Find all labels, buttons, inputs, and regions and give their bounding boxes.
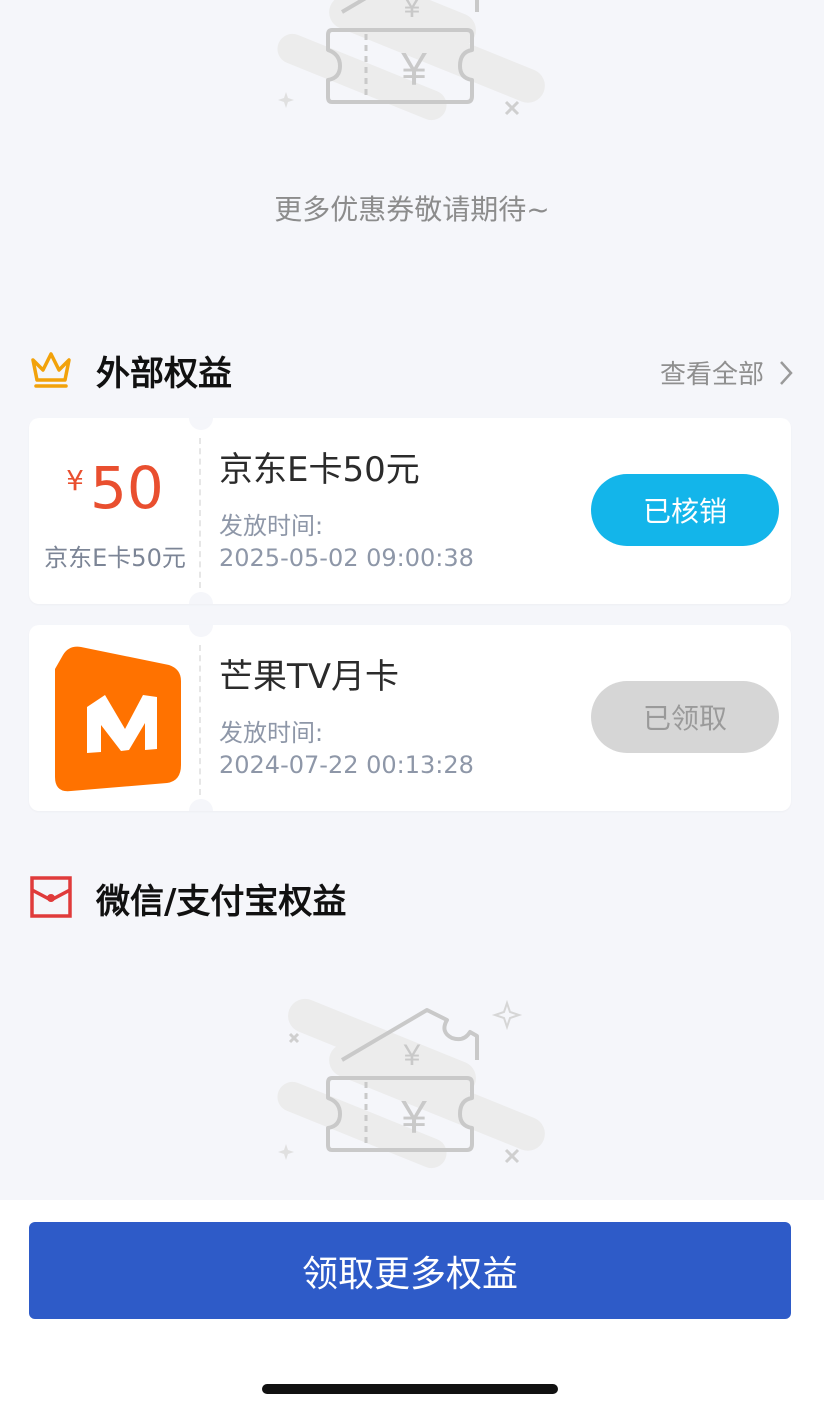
benefit-card-mango-tv[interactable]: 芒果TV月卡 发放时间: 2024-07-22 00:13:28 已领取 — [29, 625, 791, 811]
empty-coupon-illustration: ¥ ¥ — [262, 990, 562, 1169]
see-all-label: 查看全部 — [659, 360, 764, 390]
get-more-benefits-button[interactable]: 领取更多权益 — [29, 1222, 791, 1319]
card-notch-bottom — [189, 799, 213, 811]
issue-time-label: 发放时间: — [219, 512, 324, 540]
card-divider — [199, 438, 201, 588]
svg-text:¥: ¥ — [400, 43, 427, 95]
card-divider — [199, 645, 201, 795]
benefit-title: 京东E卡50元 — [219, 450, 420, 490]
claimed-status-button[interactable]: 已领取 — [591, 681, 779, 753]
svg-text:¥: ¥ — [400, 1091, 427, 1143]
coupon-value-panel: ¥50 京东E卡50元 — [29, 418, 201, 604]
coupon-amount: 50 — [90, 454, 164, 522]
footer-bar: 领取更多权益 — [0, 1200, 824, 1410]
red-envelope-icon — [30, 876, 72, 922]
issue-time-label: 发放时间: — [219, 719, 324, 747]
issue-time-value: 2024-07-22 00:13:28 — [219, 751, 474, 779]
svg-text:¥: ¥ — [403, 1039, 421, 1072]
crown-icon — [28, 346, 74, 396]
benefit-card-jd[interactable]: ¥50 京东E卡50元 京东E卡50元 发放时间: 2025-05-02 09:… — [29, 418, 791, 604]
home-indicator[interactable] — [262, 1384, 558, 1394]
wechat-alipay-benefits-title: 微信/支付宝权益 — [96, 882, 347, 922]
mango-tv-logo — [29, 625, 201, 811]
svg-text:¥: ¥ — [403, 0, 421, 24]
coupon-price: ¥50 — [29, 454, 201, 522]
benefit-title: 芒果TV月卡 — [219, 657, 400, 697]
redeemed-status-button[interactable]: 已核销 — [591, 474, 779, 546]
coupon-name: 京东E卡50元 — [44, 544, 186, 572]
issue-time-value: 2025-05-02 09:00:38 — [219, 544, 474, 572]
currency-symbol: ¥ — [66, 464, 84, 497]
external-benefits-title: 外部权益 — [96, 354, 232, 394]
empty-coupon-illustration: ¥ ¥ — [262, 0, 562, 121]
chevron-right-icon — [780, 360, 793, 385]
empty-coupon-message: 更多优惠券敬请期待~ — [274, 193, 550, 226]
card-notch-bottom — [189, 592, 213, 604]
see-all-link[interactable]: 查看全部 — [660, 354, 794, 391]
